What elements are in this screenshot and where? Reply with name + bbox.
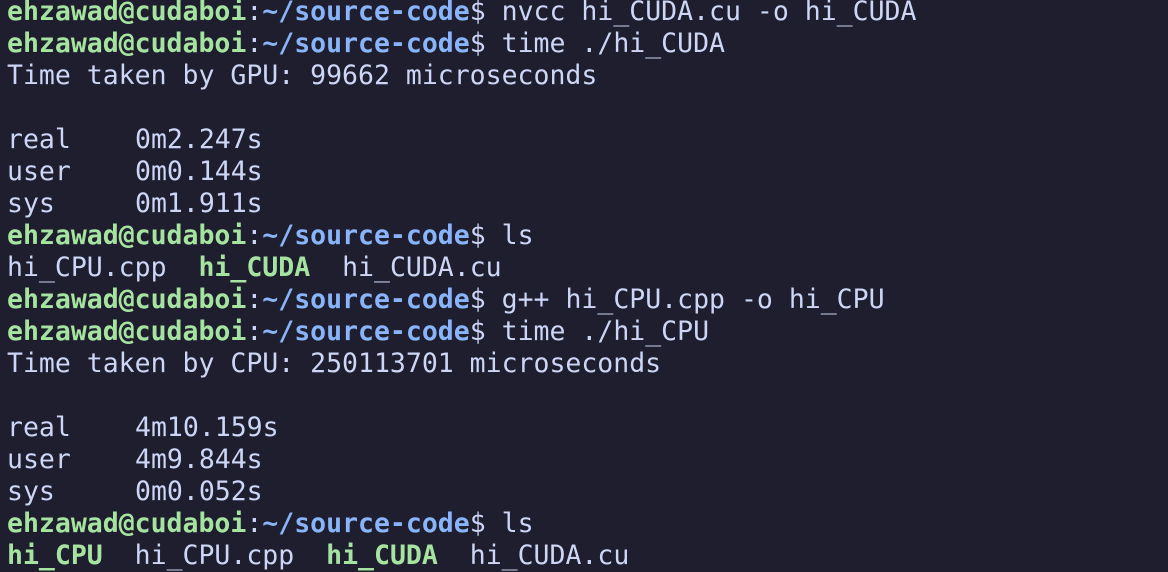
prompt-user-host: ehzawad@cudaboi	[7, 284, 247, 315]
file-entry: hi_CPU.cpp	[7, 252, 167, 283]
executable-file: hi_CUDA	[198, 252, 311, 283]
timing-label: real	[7, 412, 71, 443]
prompt-line: ehzawad@cudaboi:~/source-code$ ls	[7, 508, 1168, 540]
prompt-path: ~/source-code	[262, 0, 470, 27]
executable-file: hi_CUDA	[326, 540, 438, 571]
timing-label: sys	[7, 476, 55, 507]
file-entry: hi_CPU.cpp	[134, 540, 295, 571]
file-entry: hi_CUDA.cu	[469, 540, 630, 571]
prompt-path: ~/source-code	[262, 508, 470, 539]
prompt-line: ehzawad@cudaboi:~/source-code$ time ./hi…	[7, 28, 1168, 60]
prompt-colon: :	[246, 316, 263, 347]
command-text: g++ hi_CPU.cpp -o hi_CPU	[485, 284, 885, 315]
output-text: Time taken by CPU: 250113701 microsecond…	[7, 348, 662, 379]
prompt-colon: :	[246, 28, 263, 59]
prompt-dollar: $	[469, 28, 486, 59]
file-entry: hi_CUDA.cu	[342, 252, 502, 283]
ls-listing: hi_CPU.cpp hi_CUDA hi_CUDA.cu	[7, 252, 1168, 284]
timing-label: real	[7, 124, 71, 155]
output-text: Time taken by GPU: 99662 microseconds	[7, 60, 598, 91]
timing-line: real 0m2.247s	[7, 124, 1168, 156]
ls-listing: hi_CPU hi_CPU.cpp hi_CUDA hi_CUDA.cu	[7, 540, 1168, 572]
command-text: ls	[485, 508, 534, 539]
timing-label: user	[7, 156, 71, 187]
prompt-dollar: $	[469, 284, 486, 315]
timing-line: sys 0m1.911s	[7, 188, 1168, 220]
output-line: Time taken by GPU: 99662 microseconds	[7, 60, 1168, 92]
timing-line: user 0m0.144s	[7, 156, 1168, 188]
prompt-line: ehzawad@cudaboi:~/source-code$ nvcc hi_C…	[7, 0, 1168, 28]
prompt-user-host: ehzawad@cudaboi	[7, 0, 247, 27]
timing-value: 4m9.844s	[135, 444, 263, 475]
prompt-user-host: ehzawad@cudaboi	[7, 28, 247, 59]
timing-value: 0m1.911s	[135, 188, 263, 219]
terminal-window[interactable]: ehzawad@cudaboi:~/source-code$ nvcc hi_C…	[0, 0, 1168, 572]
timing-line: sys 0m0.052s	[7, 476, 1168, 508]
timing-value: 4m10.159s	[135, 412, 279, 443]
prompt-colon: :	[246, 220, 263, 251]
output-line: Time taken by CPU: 250113701 microsecond…	[7, 348, 1168, 380]
prompt-line: ehzawad@cudaboi:~/source-code$ time ./hi…	[7, 316, 1168, 348]
prompt-user-host: ehzawad@cudaboi	[7, 508, 247, 539]
prompt-user-host: ehzawad@cudaboi	[7, 220, 247, 251]
timing-label: sys	[7, 188, 55, 219]
prompt-dollar: $	[469, 508, 486, 539]
command-text: time ./hi_CUDA	[485, 28, 726, 59]
prompt-path: ~/source-code	[262, 220, 470, 251]
prompt-dollar: $	[469, 316, 486, 347]
prompt-colon: :	[246, 508, 263, 539]
timing-label: user	[7, 444, 71, 475]
timing-value: 0m2.247s	[135, 124, 263, 155]
timing-line: user 4m9.844s	[7, 444, 1168, 476]
timing-value: 0m0.144s	[135, 156, 263, 187]
prompt-dollar: $	[469, 0, 486, 27]
prompt-line: ehzawad@cudaboi:~/source-code$ g++ hi_CP…	[7, 284, 1168, 316]
prompt-user-host: ehzawad@cudaboi	[7, 316, 247, 347]
prompt-path: ~/source-code	[262, 284, 470, 315]
timing-value: 0m0.052s	[135, 476, 263, 507]
prompt-colon: :	[246, 284, 263, 315]
timing-line: real 4m10.159s	[7, 412, 1168, 444]
command-text: time ./hi_CPU	[485, 316, 710, 347]
prompt-path: ~/source-code	[262, 316, 470, 347]
prompt-dollar: $	[469, 220, 486, 251]
prompt-colon: :	[246, 0, 263, 27]
executable-file: hi_CPU	[7, 540, 103, 571]
command-text: ls	[485, 220, 534, 251]
prompt-line: ehzawad@cudaboi:~/source-code$ ls	[7, 220, 1168, 252]
command-text: nvcc hi_CUDA.cu -o hi_CUDA	[485, 0, 917, 27]
prompt-path: ~/source-code	[262, 28, 470, 59]
